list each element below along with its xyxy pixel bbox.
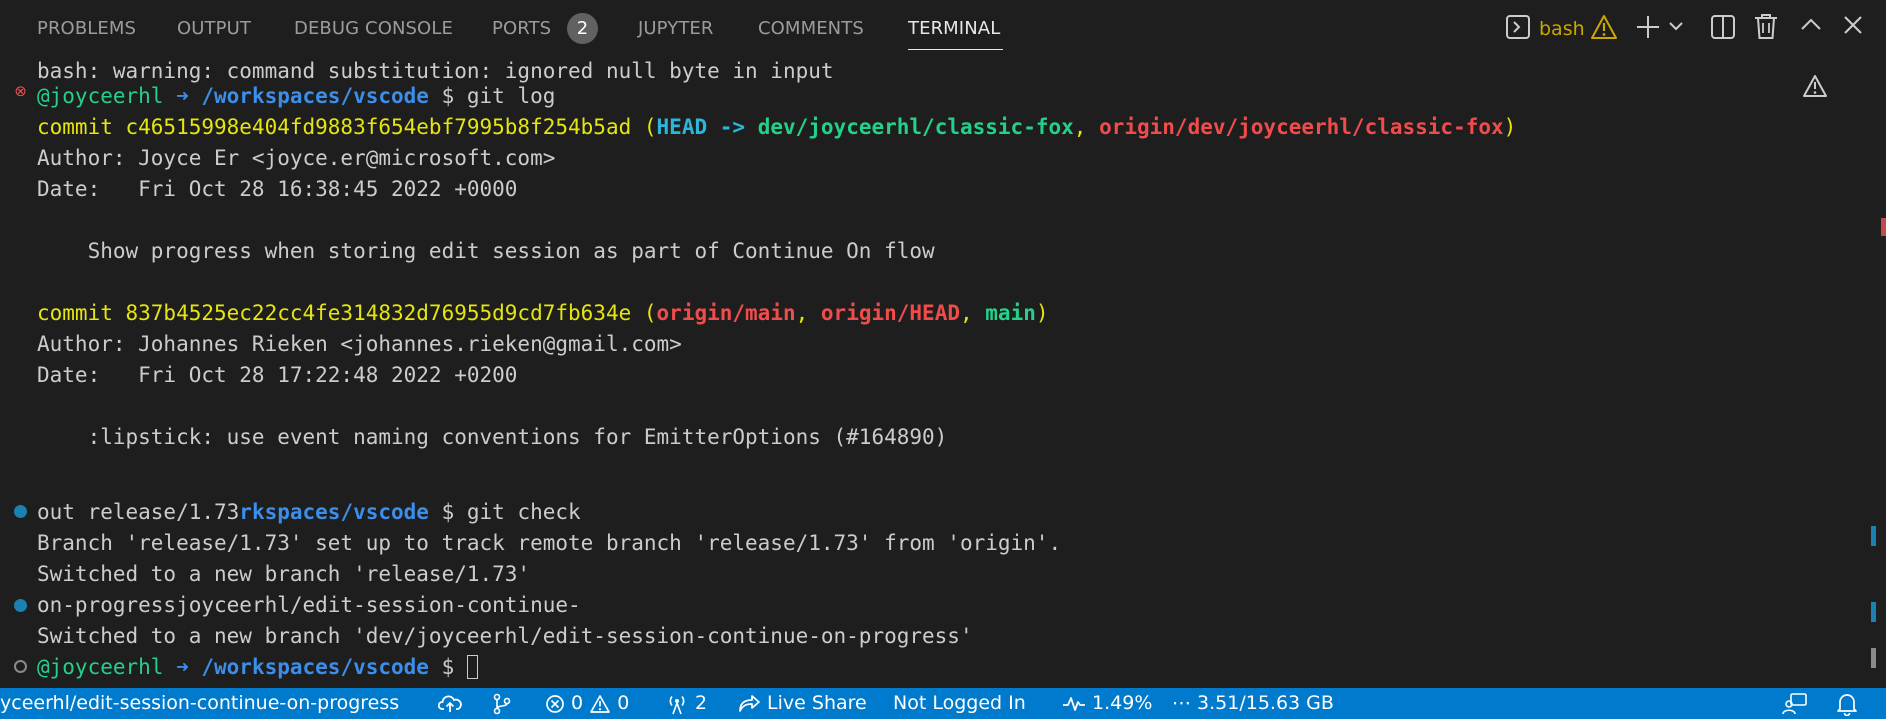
tab-ports[interactable]: PORTS bbox=[492, 17, 551, 41]
account-status[interactable]: Not Logged In bbox=[893, 688, 1026, 719]
active-tab-indicator bbox=[908, 49, 1003, 50]
cpu-usage: 1.49% bbox=[1092, 692, 1153, 714]
ports-count: 2 bbox=[695, 692, 708, 714]
error-count: 0 bbox=[571, 692, 584, 714]
chevron-down-icon[interactable] bbox=[1668, 20, 1684, 32]
maximize-panel-icon[interactable] bbox=[1800, 17, 1822, 31]
status-bar: yceerhl/edit-session-continue-on-progres… bbox=[0, 688, 1886, 719]
terminal-icon[interactable] bbox=[1505, 14, 1531, 40]
trash-icon[interactable] bbox=[1754, 13, 1778, 40]
terminal-line: commit c46515998e404fd9883f654ebf7995b8f… bbox=[37, 115, 1517, 139]
terminal-line: @joyceerhl ➜ /workspaces/vscode $ git lo… bbox=[37, 84, 556, 108]
overview-ruler-error-mark bbox=[1881, 218, 1886, 236]
terminal-line: out release/1.73rkspaces/vscode $ git ch… bbox=[37, 500, 581, 524]
notifications-bell-icon[interactable] bbox=[1836, 688, 1858, 719]
ellipsis-icon: ⋯ bbox=[1172, 692, 1191, 714]
source-control-icon[interactable] bbox=[491, 688, 513, 719]
overview-ruler-mark bbox=[1871, 648, 1876, 668]
terminal-line: Switched to a new branch 'dev/joyceerhl/… bbox=[37, 624, 973, 648]
terminal-line: Author: Joyce Er <joyce.er@microsoft.com… bbox=[37, 146, 556, 170]
tab-terminal[interactable]: TERMINAL bbox=[908, 17, 1000, 41]
error-icon bbox=[546, 694, 564, 713]
terminal-output[interactable]: bash: warning: command substitution: ign… bbox=[0, 56, 1886, 688]
tab-problems[interactable]: PROBLEMS bbox=[37, 17, 136, 41]
live-share-icon bbox=[739, 694, 760, 712]
overview-ruler-mark bbox=[1871, 526, 1876, 546]
live-share-button[interactable]: Live Share bbox=[737, 688, 867, 719]
panel-header: PROBLEMS OUTPUT DEBUG CONSOLE PORTS 2 JU… bbox=[0, 0, 1886, 56]
terminal-line: Show progress when storing edit session … bbox=[37, 239, 935, 263]
memory-usage: 3.51/15.63 GB bbox=[1197, 692, 1334, 714]
terminal-line: commit 837b4525ec22cc4fe314832d76955d9cd… bbox=[37, 301, 1049, 325]
terminal-prompt-line[interactable]: @joyceerhl ➜ /workspaces/vscode $ bbox=[37, 652, 478, 683]
command-decoration-icon[interactable] bbox=[14, 505, 27, 518]
pulse-icon bbox=[1063, 696, 1085, 711]
terminal-line: Date: Fri Oct 28 17:22:48 2022 +0200 bbox=[37, 363, 518, 387]
terminal-line: Switched to a new branch 'release/1.73' bbox=[37, 562, 531, 586]
terminal-name[interactable]: bash bbox=[1539, 17, 1585, 41]
command-decoration-icon[interactable] bbox=[14, 660, 27, 673]
terminal-cursor bbox=[466, 654, 478, 679]
cpu-status[interactable]: 1.49% bbox=[1062, 688, 1152, 719]
warning-icon bbox=[590, 694, 611, 713]
command-failed-icon[interactable]: ⊗ bbox=[14, 84, 27, 99]
terminal-line: :lipstick: use event naming conventions … bbox=[37, 425, 948, 449]
add-terminal-icon[interactable] bbox=[1635, 14, 1661, 40]
ports-count-badge: 2 bbox=[567, 13, 598, 44]
terminal-line: Branch 'release/1.73' set up to track re… bbox=[37, 531, 1062, 555]
status-branch[interactable]: yceerhl/edit-session-continue-on-progres… bbox=[0, 688, 399, 719]
tab-comments[interactable]: COMMENTS bbox=[758, 17, 864, 41]
memory-status[interactable]: ⋯ 3.51/15.63 GB bbox=[1172, 688, 1334, 719]
close-panel-icon[interactable] bbox=[1843, 15, 1863, 35]
sync-icon[interactable] bbox=[437, 688, 462, 719]
tab-output[interactable]: OUTPUT bbox=[177, 17, 251, 41]
broadcast-icon bbox=[669, 695, 685, 714]
overview-ruler-mark bbox=[1871, 602, 1876, 622]
warning-icon[interactable] bbox=[1590, 14, 1618, 40]
terminal-line: on-progressjoyceerhl/edit-session-contin… bbox=[37, 593, 581, 617]
problems-status[interactable]: 0 0 bbox=[545, 688, 629, 719]
live-share-label: Live Share bbox=[767, 692, 867, 714]
command-decoration-icon[interactable] bbox=[14, 599, 27, 612]
tab-jupyter[interactable]: JUPYTER bbox=[638, 17, 714, 41]
tab-debug-console[interactable]: DEBUG CONSOLE bbox=[294, 17, 453, 41]
warning-count: 0 bbox=[617, 692, 630, 714]
ports-status[interactable]: 2 bbox=[665, 688, 707, 719]
feedback-icon[interactable] bbox=[1782, 688, 1808, 719]
split-terminal-icon[interactable] bbox=[1710, 14, 1736, 40]
terminal-line: Author: Johannes Rieken <johannes.rieken… bbox=[37, 332, 682, 356]
terminal-line: Date: Fri Oct 28 16:38:45 2022 +0000 bbox=[37, 177, 518, 201]
terminal-warning-icon[interactable] bbox=[1802, 74, 1828, 102]
